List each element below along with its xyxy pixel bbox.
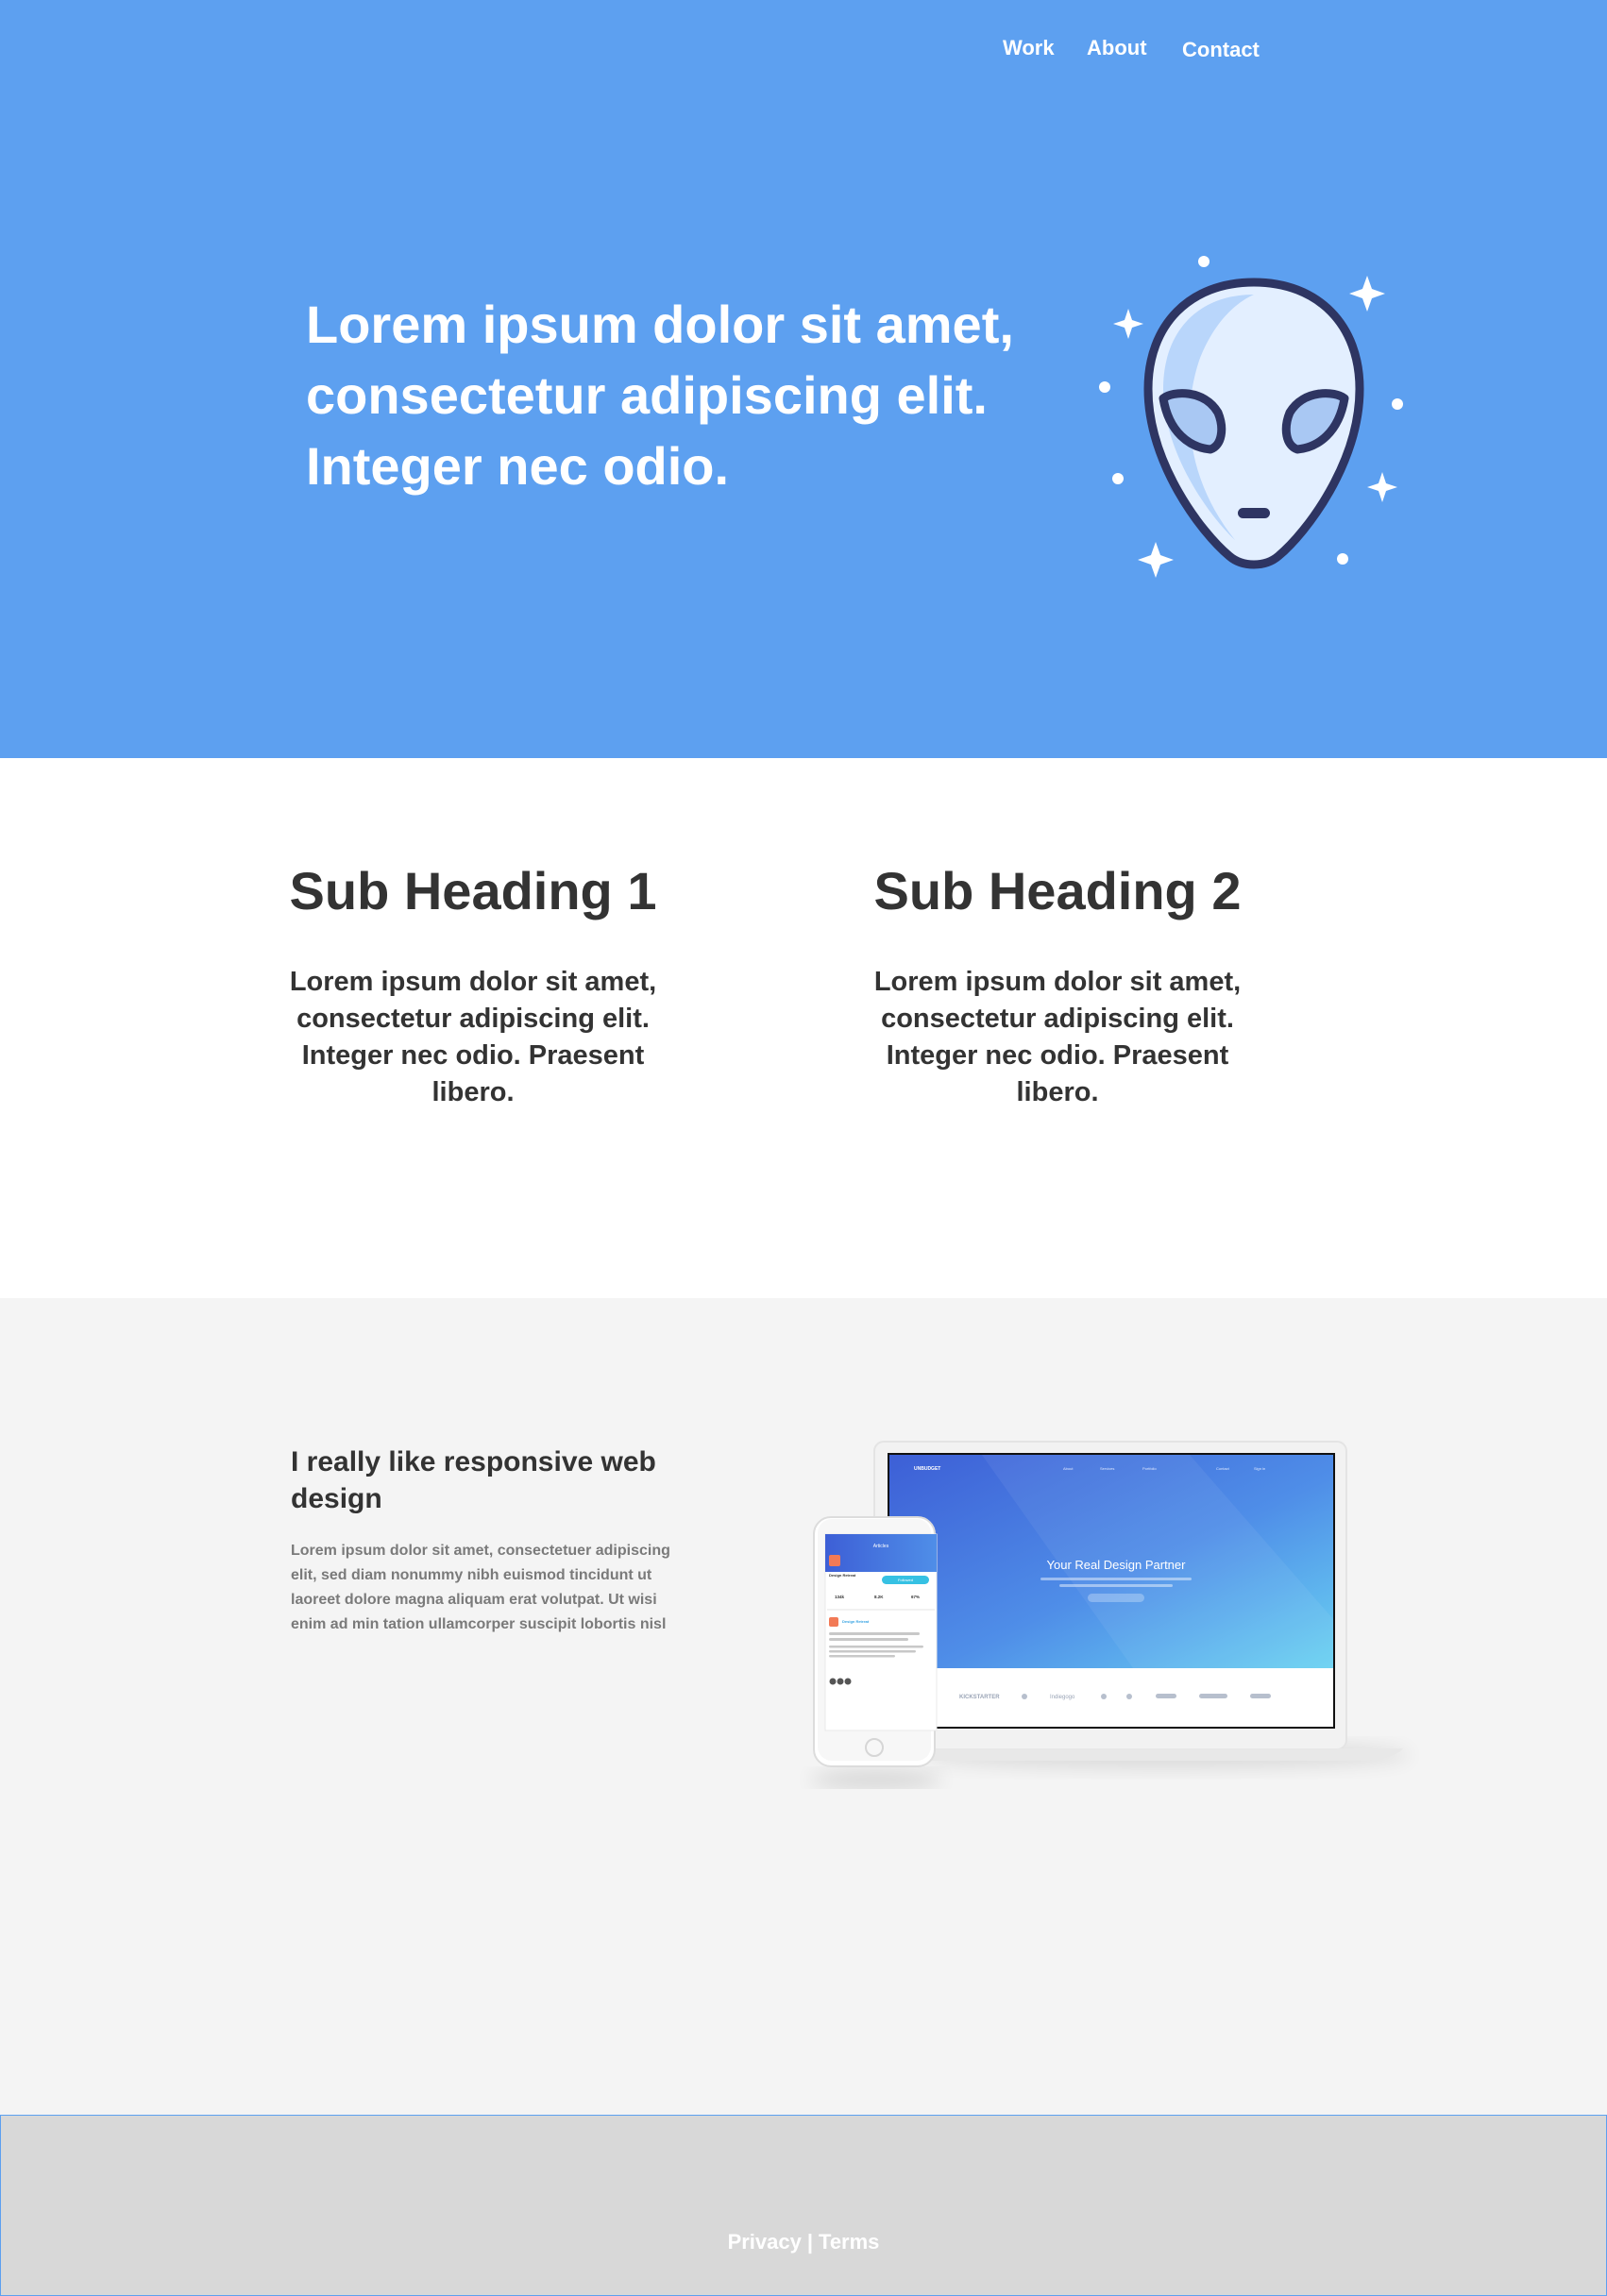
feature-text-1: Lorem ipsum dolor sit amet, consectetur … — [289, 967, 657, 1107]
feature-heading-1: Sub Heading 1 — [289, 861, 657, 920]
phone-post-author: Design Retreat — [842, 1619, 870, 1624]
laptop-menu-signin: Sign in — [1254, 1466, 1265, 1471]
phone-follow-button: Followed — [898, 1578, 913, 1582]
feature-text-2: Lorem ipsum dolor sit amet, consectetur … — [873, 967, 1242, 1107]
hero-title: Lorem ipsum dolor sit amet, consectetur … — [306, 295, 1014, 496]
footer-links: Privacy | Terms — [1, 2226, 1606, 2258]
feature-heading-2: Sub Heading 2 — [873, 861, 1242, 920]
responsive-text: Lorem ipsum dolor sit amet, consectetuer… — [291, 1543, 670, 1632]
feature-card-2: Sub Heading 2 Lorem ipsum dolor sit amet… — [812, 858, 1303, 1111]
footer-separator: | — [806, 2230, 814, 2254]
phone-title: Articles — [873, 1544, 889, 1549]
hero-section: Work About Contact Lorem ipsum dolor sit… — [0, 0, 1607, 758]
phone-stat-2: 8.2K — [874, 1595, 884, 1599]
laptop-menu-portfolio: Portfolio — [1142, 1466, 1157, 1471]
laptop-brand: UNBUDGET — [914, 1466, 940, 1472]
responsive-heading: I really like responsive web design — [291, 1446, 656, 1514]
phone-mockup: Articles Design Retreat Followed 134k 8.… — [810, 1516, 942, 1789]
main-nav: Work About Contact — [0, 32, 1607, 70]
alien-icon — [1099, 256, 1403, 578]
feature-card-1: Sub Heading 1 Lorem ipsum dolor sit amet… — [228, 858, 719, 1111]
phone-stat-3: 67% — [911, 1595, 920, 1599]
laptop-menu-contact: Contact — [1216, 1466, 1230, 1471]
nav-link-about[interactable]: About — [1087, 32, 1147, 64]
footer: Privacy | Terms — [0, 2115, 1607, 2296]
laptop-logo-indiegogo: Indiegogo — [1050, 1695, 1075, 1700]
laptop-headline: Your Real Design Partner — [1047, 1558, 1187, 1572]
devices-mockup-image: UNBUDGET About Services Portfolio Contac… — [810, 1441, 1412, 1789]
nav-link-contact[interactable]: Contact — [1182, 34, 1260, 66]
phone-profile-name: Design Retreat — [829, 1573, 856, 1578]
phone-stat-1: 134k — [835, 1595, 845, 1599]
nav-link-work[interactable]: Work — [1003, 32, 1055, 64]
laptop-menu-services: Services — [1100, 1466, 1114, 1471]
laptop-logo-kickstarter: KICKSTARTER — [959, 1695, 1000, 1700]
features-section: Sub Heading 1 Lorem ipsum dolor sit amet… — [0, 758, 1607, 1298]
responsive-section: I really like responsive web design Lore… — [0, 1298, 1607, 2115]
laptop-menu-about: About — [1063, 1466, 1074, 1471]
footer-link-privacy[interactable]: Privacy — [728, 2230, 802, 2254]
footer-link-terms[interactable]: Terms — [819, 2230, 879, 2254]
